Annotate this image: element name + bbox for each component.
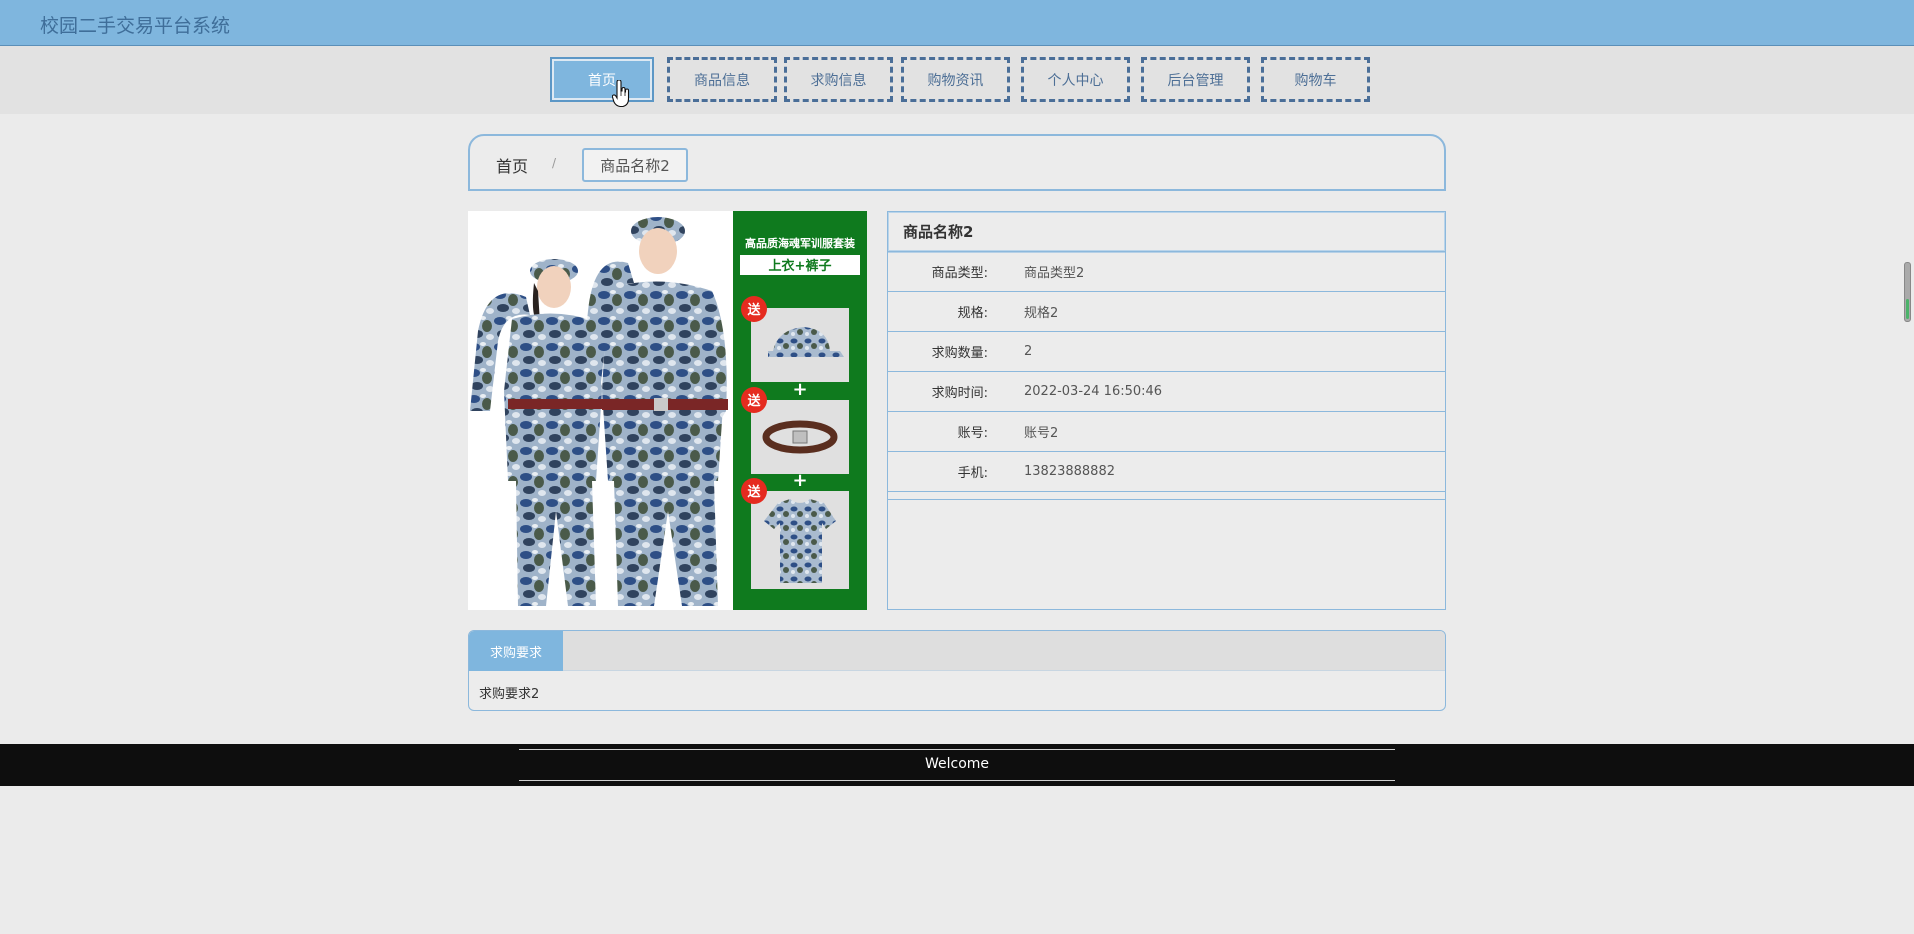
app-title: 校园二手交易平台系统 bbox=[40, 15, 231, 37]
nav-purchase-requests[interactable]: 求购信息 bbox=[784, 57, 893, 102]
detail-label: 商品类型: bbox=[931, 266, 988, 281]
header-bar: 校园二手交易平台系统 bbox=[0, 0, 1914, 46]
detail-label: 账号: bbox=[957, 426, 988, 441]
detail-value: 2 bbox=[1024, 344, 1033, 359]
nav-cart[interactable]: 购物车 bbox=[1261, 57, 1370, 102]
scrollbar-thumb[interactable] bbox=[1904, 262, 1911, 322]
nav-home[interactable]: 首页 bbox=[550, 57, 654, 102]
detail-value: 13823888882 bbox=[1024, 464, 1115, 479]
detail-label: 规格: bbox=[957, 306, 988, 321]
plus-sign-1: + bbox=[792, 379, 807, 400]
footer-divider-top bbox=[519, 749, 1395, 750]
breadcrumb-current: 商品名称2 bbox=[582, 148, 688, 182]
detail-row-time: 求购时间: 2022-03-24 16:50:46 bbox=[888, 372, 1445, 412]
detail-value: 2022-03-24 16:50:46 bbox=[1024, 384, 1163, 399]
detail-row-type: 商品类型: 商品类型2 bbox=[888, 252, 1445, 292]
detail-row-quantity: 求购数量: 2 bbox=[888, 332, 1445, 372]
detail-label: 手机: bbox=[957, 466, 988, 481]
product-title: 商品名称2 bbox=[888, 212, 1445, 252]
plus-sign-2: + bbox=[792, 470, 807, 491]
requirements-panel: 求购要求 求购要求2 bbox=[468, 630, 1446, 711]
detail-value: 商品类型2 bbox=[1024, 266, 1085, 281]
detail-value: 规格2 bbox=[1024, 306, 1059, 321]
footer-welcome: Welcome bbox=[924, 756, 990, 772]
detail-row-phone: 手机: 13823888882 bbox=[888, 452, 1445, 492]
gift-badge-3: 送 bbox=[746, 484, 761, 500]
product-detail-panel: 商品名称2 商品类型: 商品类型2 规格: 规格2 求购数量: 2 求购时间: … bbox=[887, 211, 1446, 610]
breadcrumb-separator: / bbox=[552, 156, 557, 170]
gift-badge-1: 送 bbox=[746, 302, 761, 318]
detail-row-account: 账号: 账号2 bbox=[888, 412, 1445, 452]
product-image: 高品质海魂军训服套装 上衣+裤子 送 + 送 + 送 bbox=[468, 211, 867, 610]
breadcrumb-home-link[interactable]: 首页 bbox=[496, 153, 528, 177]
nav-admin[interactable]: 后台管理 bbox=[1141, 57, 1250, 102]
detail-divider bbox=[888, 492, 1445, 500]
footer-divider-bottom bbox=[519, 780, 1395, 781]
detail-value: 账号2 bbox=[1024, 426, 1059, 441]
main-nav: 首页 商品信息 求购信息 购物资讯 个人中心 后台管理 购物车 bbox=[0, 46, 1914, 114]
footer: Welcome bbox=[0, 744, 1914, 786]
banner-title: 高品质海魂军训服套装 bbox=[745, 236, 855, 250]
breadcrumb: 首页 / 商品名称2 bbox=[468, 134, 1446, 191]
requirements-content: 求购要求2 bbox=[479, 687, 540, 702]
requirements-tabs: 求购要求 bbox=[469, 631, 1445, 671]
banner-subtitle: 上衣+裤子 bbox=[769, 258, 832, 274]
hand-cursor-icon bbox=[612, 80, 630, 108]
tab-requirements[interactable]: 求购要求 bbox=[469, 631, 563, 671]
nav-personal-center[interactable]: 个人中心 bbox=[1021, 57, 1130, 102]
camouflage-uniform-photo: 高品质海魂军训服套装 上衣+裤子 送 + 送 + 送 bbox=[468, 211, 867, 610]
nav-products[interactable]: 商品信息 bbox=[667, 57, 777, 102]
nav-shopping-news[interactable]: 购物资讯 bbox=[901, 57, 1010, 102]
detail-label: 求购时间: bbox=[931, 386, 988, 401]
gift-badge-2: 送 bbox=[746, 393, 761, 409]
detail-row-spec: 规格: 规格2 bbox=[888, 292, 1445, 332]
detail-label: 求购数量: bbox=[931, 346, 988, 361]
